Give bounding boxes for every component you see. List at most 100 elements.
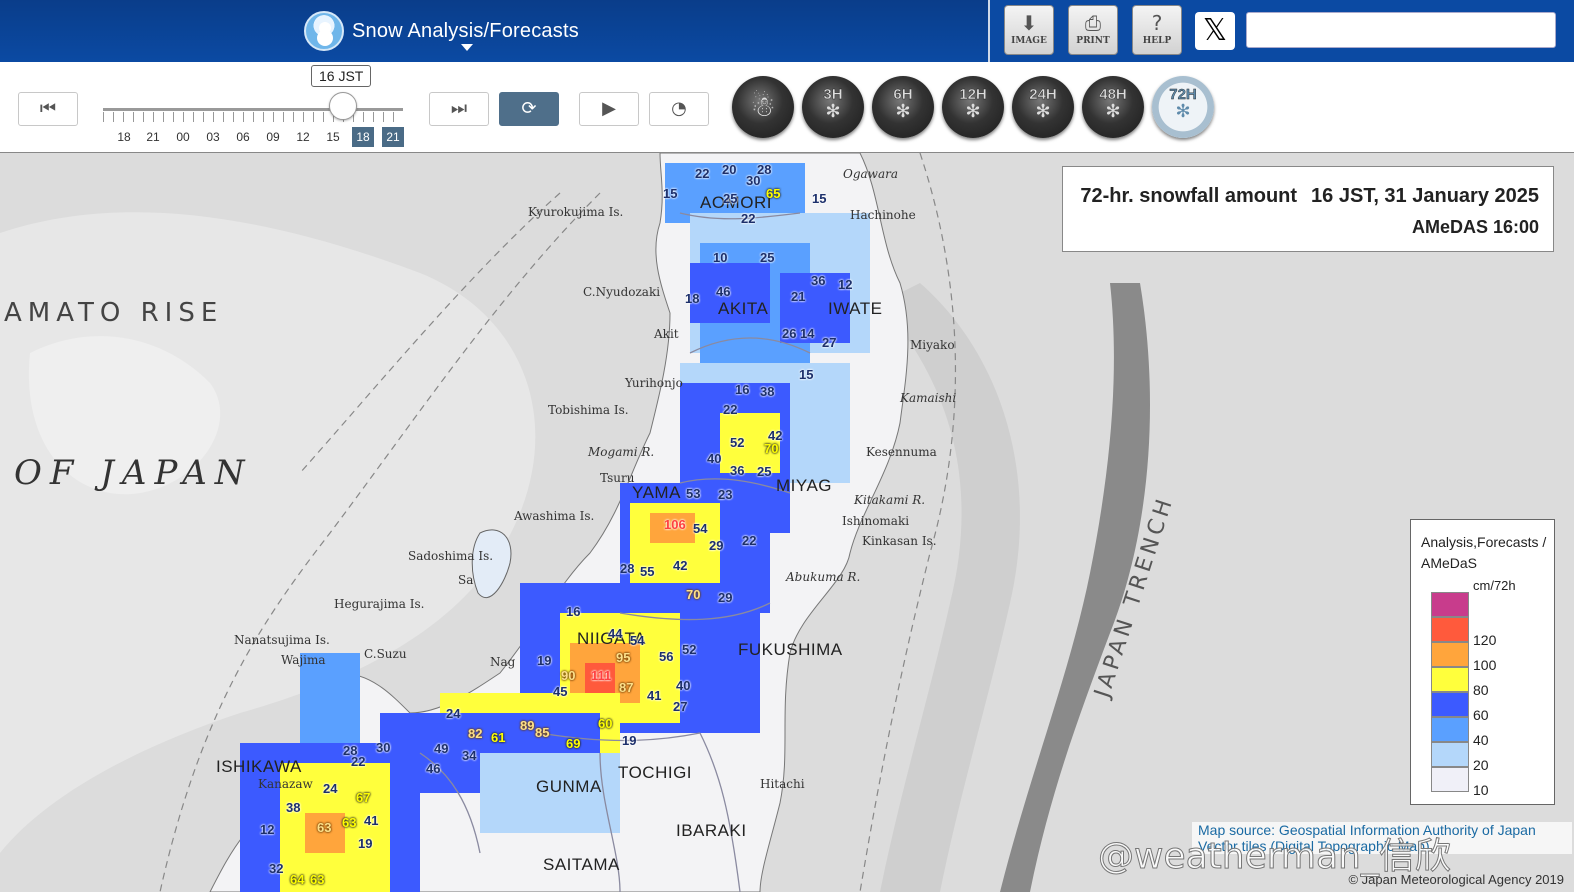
snow-value-label: 27 bbox=[822, 335, 837, 350]
place-label: Nanatsujima Is. bbox=[234, 633, 330, 647]
snow-value-label: 19 bbox=[622, 733, 637, 748]
slider-handle[interactable] bbox=[329, 92, 357, 120]
snow-value-label: 63 bbox=[317, 820, 332, 835]
place-label: Mogami R. bbox=[588, 445, 655, 459]
time-label[interactable]: 12 bbox=[292, 130, 314, 144]
place-label: Akit bbox=[654, 327, 679, 341]
time-controls: ⏮ 16 JST 18 21 00 03 06 09 12 15 18 21 ⏭ ⟳ ▶ ◔ ☃ 3… bbox=[0, 62, 1574, 154]
time-label[interactable]: 06 bbox=[232, 130, 254, 144]
place-label: Awashima Is. bbox=[514, 509, 595, 523]
legend-level-label: 120 bbox=[1473, 632, 1497, 648]
watermark: @weatherman_信欣 bbox=[1098, 836, 1452, 878]
snow-value-label: 54 bbox=[630, 633, 645, 648]
time-label[interactable]: 21 bbox=[142, 130, 164, 144]
period-button-6h[interactable]: 6H ✻ bbox=[872, 76, 934, 138]
slider-track bbox=[103, 108, 403, 111]
x-share-icon[interactable]: 𝕏 bbox=[1195, 12, 1235, 50]
snow-value-label: 30 bbox=[376, 740, 391, 755]
snow-value-label: 12 bbox=[260, 822, 275, 837]
snow-value-label: 22 bbox=[351, 754, 366, 769]
snow-value-label: 70 bbox=[764, 441, 779, 456]
snow-value-label: 40 bbox=[707, 451, 722, 466]
legend-swatch bbox=[1431, 692, 1469, 717]
snow-value-label: 65 bbox=[766, 186, 781, 201]
period-button-3h[interactable]: 3H ✻ bbox=[802, 76, 864, 138]
print-label: PRINT bbox=[1076, 36, 1110, 46]
snow-value-label: 15 bbox=[799, 367, 814, 382]
legend-swatch bbox=[1431, 592, 1469, 617]
help-button[interactable]: ? HELP bbox=[1132, 5, 1182, 55]
time-label[interactable]: 21 bbox=[382, 127, 404, 147]
snow-depth-button[interactable]: ☃ bbox=[732, 76, 794, 138]
pref-label: GUNMA bbox=[536, 777, 602, 796]
place-label: Yurihonjo bbox=[625, 376, 683, 390]
reload-button[interactable]: ⟳ bbox=[499, 92, 559, 126]
snow-value-label: 41 bbox=[647, 688, 662, 703]
snow-map[interactable]: OF JAPAN AMATO RISE JAPAN TRENCH Ogawara… bbox=[0, 153, 1574, 892]
pref-label: AKITA bbox=[718, 299, 769, 318]
snow-value-label: 16 bbox=[735, 382, 750, 397]
snow-value-label: 19 bbox=[537, 653, 552, 668]
play-button[interactable]: ▶ bbox=[579, 92, 639, 126]
snow-value-label: 27 bbox=[673, 699, 688, 714]
print-button[interactable]: ⎙ PRINT bbox=[1068, 5, 1118, 55]
snow-value-label: 28 bbox=[620, 561, 635, 576]
legend-level-label: 80 bbox=[1473, 682, 1489, 698]
time-label[interactable]: 00 bbox=[172, 130, 194, 144]
legend-swatch bbox=[1431, 742, 1469, 767]
snowflake-icon: ✻ bbox=[1105, 101, 1121, 121]
snow-value-label: 25 bbox=[757, 464, 772, 479]
snow-value-label: 70 bbox=[686, 587, 701, 602]
legend-level-label: 40 bbox=[1473, 732, 1489, 748]
snow-value-label: 52 bbox=[730, 435, 745, 450]
snow-value-label: 30 bbox=[746, 173, 761, 188]
snow-value-label: 25 bbox=[760, 250, 775, 265]
period-button-24h[interactable]: 24H ✻ bbox=[1012, 76, 1074, 138]
time-label[interactable]: 18 bbox=[352, 127, 374, 147]
snow-value-label: 38 bbox=[286, 800, 301, 815]
snow-value-label: 49 bbox=[434, 741, 449, 756]
snowflake-icon: ✻ bbox=[825, 101, 841, 121]
snow-value-label: 15 bbox=[663, 186, 678, 201]
snow-value-label: 52 bbox=[682, 642, 697, 657]
chevron-down-icon[interactable] bbox=[461, 44, 473, 51]
legend-unit: cm/72h bbox=[1473, 578, 1516, 593]
snow-value-label: 26 bbox=[782, 326, 797, 341]
time-label[interactable]: 18 bbox=[113, 130, 135, 144]
legend: Analysis,Forecasts / AMeDaS cm/72h 120 10… bbox=[1410, 519, 1555, 805]
pref-label: MIYAG bbox=[776, 476, 833, 495]
time-label[interactable]: 03 bbox=[202, 130, 224, 144]
place-label: Wajima bbox=[281, 653, 326, 667]
time-label[interactable]: 15 bbox=[322, 130, 344, 144]
snow-value-label: 54 bbox=[693, 521, 708, 536]
time-label[interactable]: 09 bbox=[262, 130, 284, 144]
snowflake-icon: ✻ bbox=[1175, 101, 1191, 121]
period-button-48h[interactable]: 48H ✻ bbox=[1082, 76, 1144, 138]
place-label: Sa bbox=[458, 573, 474, 587]
snow-value-label: 85 bbox=[535, 725, 550, 740]
snow-value-label: 24 bbox=[323, 781, 338, 796]
app-brand[interactable]: Snow Analysis/Forecasts bbox=[304, 11, 579, 51]
rise-label: AMATO RISE bbox=[4, 298, 224, 328]
skip-to-start-button[interactable]: ⏮ bbox=[18, 92, 78, 126]
skip-to-end-button[interactable]: ⏭ bbox=[429, 92, 489, 126]
snow-value-label: 45 bbox=[553, 684, 568, 699]
speed-button[interactable]: ◔ bbox=[649, 92, 709, 126]
snow-value-label: 69 bbox=[566, 736, 581, 751]
pref-label: YAMA bbox=[632, 483, 681, 502]
snow-value-label: 16 bbox=[566, 604, 581, 619]
info-title: 72-hr. snowfall amount bbox=[1080, 185, 1298, 207]
image-download-button[interactable]: ⬇ IMAGE bbox=[1004, 5, 1054, 55]
place-label: Kanazaw bbox=[258, 777, 313, 791]
info-line-1: 72-hr. snowfall amount 16 JST, 31 January… bbox=[1066, 185, 1539, 208]
search-input[interactable] bbox=[1246, 12, 1556, 48]
period-button-12h[interactable]: 12H ✻ bbox=[942, 76, 1004, 138]
snow-value-label: 42 bbox=[673, 558, 688, 573]
time-slider[interactable]: 18 21 00 03 06 09 12 15 18 21 bbox=[103, 92, 405, 150]
place-label: Hachinohe bbox=[850, 208, 916, 222]
period-button-72h[interactable]: 72H ✻ bbox=[1152, 76, 1214, 138]
snow-value-label: 60 bbox=[598, 716, 613, 731]
skip-end-icon: ⏭ bbox=[450, 98, 468, 119]
pref-label: FUKUSHIMA bbox=[738, 640, 843, 659]
snowman-icon: ☃ bbox=[750, 91, 776, 122]
